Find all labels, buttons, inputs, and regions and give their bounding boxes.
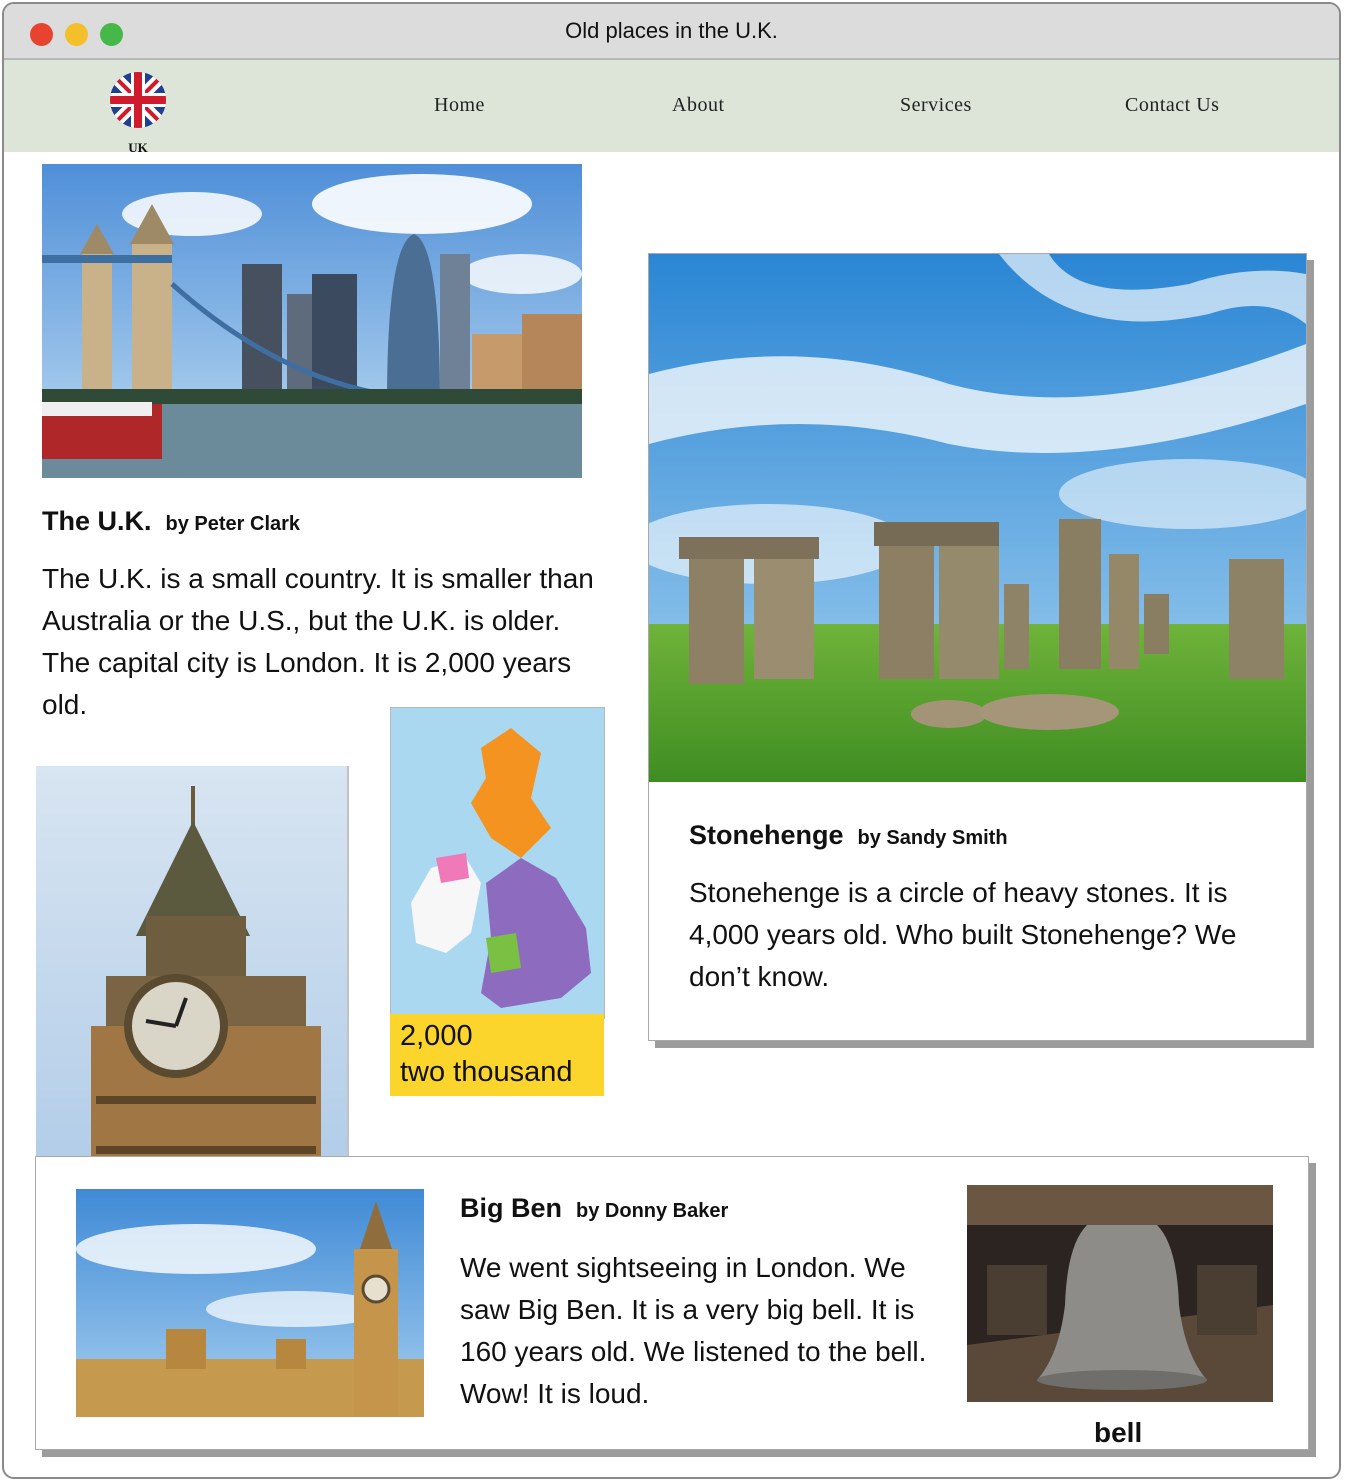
uk-article-text: The U.K. is a small country. It is small… bbox=[42, 563, 594, 720]
big-ben-article-title: Big Ben bbox=[460, 1193, 563, 1223]
big-ben-article-text: We went sightseeing in London. We saw Bi… bbox=[460, 1252, 927, 1409]
stonehenge-article-text: Stonehenge is a circle of heavy stones. … bbox=[689, 877, 1237, 992]
uk-flag-icon bbox=[110, 72, 166, 128]
stonehenge-article-title: Stonehenge bbox=[689, 820, 844, 850]
nav-contact-us[interactable]: Contact Us bbox=[1125, 94, 1219, 117]
uk-map-image bbox=[390, 707, 605, 1019]
nav-about[interactable]: About bbox=[672, 94, 725, 117]
uk-article-byline: by Peter Clark bbox=[165, 513, 301, 535]
bell-caption: bell bbox=[1094, 1417, 1143, 1448]
big-ben-card: Big Ben by Donny Baker We went sightseein… bbox=[35, 1156, 1309, 1450]
window-title: Old places in the U.K. bbox=[565, 18, 778, 43]
uk-article-heading: The U.K. by Peter Clark bbox=[42, 506, 300, 537]
number-label: 2,000 two thousand bbox=[390, 1014, 604, 1096]
nav-home[interactable]: Home bbox=[434, 94, 485, 117]
uk-flag-logo[interactable]: UK bbox=[108, 70, 168, 155]
nav-services[interactable]: Services bbox=[900, 94, 972, 117]
stonehenge-photo bbox=[649, 254, 1306, 782]
parliament-photo bbox=[76, 1189, 424, 1417]
stonehenge-card: Stonehenge by Sandy Smith Stonehenge is a… bbox=[648, 253, 1307, 1041]
big-ben-article-heading: Big Ben by Donny Baker bbox=[460, 1193, 728, 1224]
uk-article-title: The U.K. bbox=[42, 506, 152, 536]
big-ben-article-byline: by Donny Baker bbox=[576, 1200, 729, 1222]
stonehenge-article-byline: by Sandy Smith bbox=[857, 827, 1008, 849]
bell-photo bbox=[967, 1185, 1273, 1402]
title-bar: Old places in the U.K. bbox=[4, 4, 1339, 60]
stonehenge-article-heading: Stonehenge by Sandy Smith bbox=[689, 820, 1008, 851]
logo-caption: UK bbox=[128, 140, 148, 155]
number-label-numeral: 2,000 bbox=[400, 1020, 473, 1052]
number-label-words: two thousand bbox=[400, 1056, 573, 1088]
browser-window: Old places in the U.K. UK Home About Ser… bbox=[2, 2, 1341, 1479]
nav-bar: UK Home About Services Contact Us bbox=[4, 60, 1339, 155]
london-skyline-photo bbox=[42, 164, 582, 478]
